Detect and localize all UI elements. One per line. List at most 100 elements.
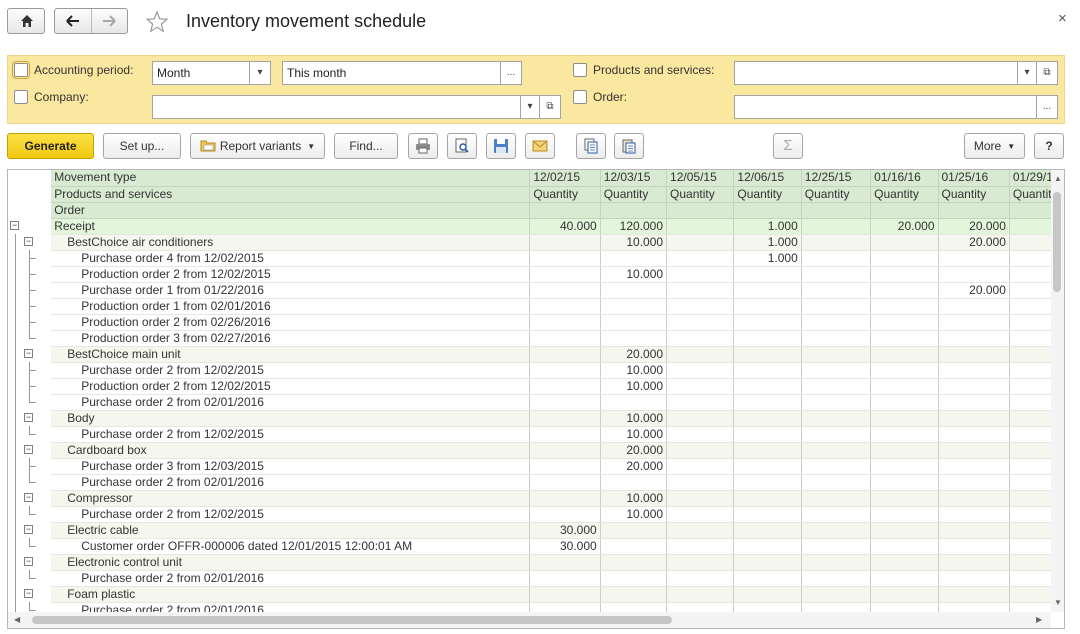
quantity-cell[interactable] bbox=[529, 586, 601, 603]
quantity-cell[interactable] bbox=[733, 586, 802, 603]
quantity-cell[interactable] bbox=[529, 474, 601, 491]
quantity-cell[interactable] bbox=[529, 458, 601, 475]
quantity-cell[interactable] bbox=[733, 602, 802, 612]
quantity-cell[interactable] bbox=[870, 330, 938, 347]
quantity-cell[interactable] bbox=[937, 394, 1010, 411]
quantity-cell[interactable] bbox=[800, 458, 871, 475]
quantity-cell[interactable] bbox=[800, 474, 871, 491]
quantity-cell[interactable] bbox=[529, 234, 601, 251]
quantity-cell[interactable] bbox=[937, 474, 1010, 491]
quantity-cell[interactable]: 10.000 bbox=[599, 506, 667, 523]
send-email-button[interactable] bbox=[525, 133, 555, 159]
quantity-cell[interactable]: 1.000 bbox=[733, 218, 802, 235]
quantity-cell[interactable] bbox=[733, 474, 802, 491]
products-open-button[interactable]: ⧉ bbox=[1037, 61, 1058, 85]
quantity-cell[interactable] bbox=[937, 538, 1010, 555]
quantity-cell[interactable] bbox=[800, 346, 871, 363]
quantity-cell[interactable] bbox=[529, 602, 601, 612]
row-label[interactable]: Purchase order 2 from 12/02/2015 bbox=[51, 506, 530, 523]
quantity-cell[interactable] bbox=[870, 442, 938, 459]
quantity-cell[interactable] bbox=[733, 314, 802, 331]
quantity-cell[interactable] bbox=[870, 298, 938, 315]
row-label[interactable]: Production order 2 from 12/02/2015 bbox=[51, 266, 530, 283]
collapse-toggle-icon[interactable]: − bbox=[24, 445, 34, 454]
quantity-cell[interactable] bbox=[870, 554, 938, 571]
order-field[interactable] bbox=[734, 95, 1037, 119]
quantity-cell[interactable] bbox=[666, 362, 734, 379]
paste-button[interactable] bbox=[614, 133, 644, 159]
quantity-cell[interactable] bbox=[1008, 234, 1051, 251]
quantity-cell[interactable] bbox=[1008, 410, 1051, 427]
row-label[interactable]: Purchase order 3 from 12/03/2015 bbox=[51, 458, 530, 475]
quantity-cell[interactable] bbox=[1008, 474, 1051, 491]
quantity-cell[interactable] bbox=[937, 522, 1010, 539]
row-label[interactable]: Electric cable bbox=[51, 522, 530, 539]
print-preview-button[interactable] bbox=[447, 133, 477, 159]
quantity-cell[interactable] bbox=[733, 490, 802, 507]
quantity-cell[interactable] bbox=[599, 250, 667, 267]
quantity-cell[interactable] bbox=[666, 474, 734, 491]
quantity-cell[interactable]: 10.000 bbox=[599, 234, 667, 251]
quantity-cell[interactable]: 10.000 bbox=[599, 490, 667, 507]
favorite-star-icon[interactable] bbox=[145, 10, 169, 34]
quantity-cell[interactable] bbox=[666, 426, 734, 443]
quantity-cell[interactable] bbox=[733, 506, 802, 523]
quantity-cell[interactable] bbox=[800, 378, 871, 395]
quantity-cell[interactable] bbox=[666, 586, 734, 603]
quantity-cell[interactable] bbox=[800, 282, 871, 299]
quantity-cell[interactable] bbox=[870, 522, 938, 539]
quantity-cell[interactable] bbox=[599, 554, 667, 571]
collapse-toggle-icon[interactable]: − bbox=[24, 349, 34, 358]
horizontal-scrollbar[interactable]: ◀ ▶ bbox=[8, 612, 1051, 628]
row-label[interactable]: Compressor bbox=[51, 490, 530, 507]
quantity-cell[interactable] bbox=[666, 570, 734, 587]
quantity-cell[interactable] bbox=[666, 538, 734, 555]
quantity-cell[interactable]: 10.000 bbox=[599, 426, 667, 443]
row-label[interactable]: Electronic control unit bbox=[51, 554, 530, 571]
quantity-cell[interactable] bbox=[937, 506, 1010, 523]
row-label[interactable]: Production order 3 from 02/27/2016 bbox=[51, 330, 530, 347]
period-type-select[interactable]: Month bbox=[152, 61, 250, 85]
accounting-period-checkbox[interactable] bbox=[12, 61, 30, 79]
quantity-cell[interactable] bbox=[1008, 298, 1051, 315]
quantity-cell[interactable]: 10.000 bbox=[599, 362, 667, 379]
quantity-cell[interactable] bbox=[1008, 250, 1051, 267]
quantity-cell[interactable] bbox=[800, 394, 871, 411]
quantity-cell[interactable] bbox=[937, 250, 1010, 267]
quantity-cell[interactable] bbox=[937, 330, 1010, 347]
quantity-cell[interactable] bbox=[800, 362, 871, 379]
collapse-toggle-icon[interactable]: − bbox=[24, 493, 34, 502]
quantity-cell[interactable]: 10.000 bbox=[599, 410, 667, 427]
quantity-cell[interactable] bbox=[666, 282, 734, 299]
quantity-cell[interactable] bbox=[1008, 266, 1051, 283]
row-label[interactable]: Body bbox=[51, 410, 530, 427]
company-checkbox[interactable] bbox=[14, 90, 28, 104]
quantity-cell[interactable] bbox=[529, 298, 601, 315]
quantity-cell[interactable] bbox=[1008, 490, 1051, 507]
quantity-cell[interactable] bbox=[937, 490, 1010, 507]
quantity-cell[interactable] bbox=[599, 298, 667, 315]
quantity-cell[interactable] bbox=[870, 490, 938, 507]
quantity-cell[interactable] bbox=[599, 522, 667, 539]
quantity-cell[interactable]: 20.000 bbox=[937, 282, 1010, 299]
quantity-cell[interactable] bbox=[870, 282, 938, 299]
quantity-cell[interactable] bbox=[529, 490, 601, 507]
quantity-cell[interactable] bbox=[529, 554, 601, 571]
quantity-cell[interactable] bbox=[870, 346, 938, 363]
quantity-cell[interactable] bbox=[599, 586, 667, 603]
report-variants-button[interactable]: Report variants ▼ bbox=[190, 133, 325, 159]
quantity-cell[interactable]: 20.000 bbox=[599, 346, 667, 363]
quantity-cell[interactable] bbox=[1008, 314, 1051, 331]
quantity-cell[interactable] bbox=[937, 458, 1010, 475]
products-checkbox[interactable] bbox=[573, 63, 587, 77]
quantity-cell[interactable] bbox=[666, 394, 734, 411]
quantity-cell[interactable] bbox=[937, 266, 1010, 283]
quantity-cell[interactable] bbox=[1008, 458, 1051, 475]
quantity-cell[interactable] bbox=[733, 410, 802, 427]
row-label[interactable]: Purchase order 4 from 12/02/2015 bbox=[51, 250, 530, 267]
products-dropdown-button[interactable]: ▾ bbox=[1018, 61, 1037, 85]
row-label[interactable]: BestChoice air conditioners bbox=[51, 234, 530, 251]
quantity-cell[interactable] bbox=[937, 602, 1010, 612]
row-label[interactable]: Foam plastic bbox=[51, 586, 530, 603]
quantity-cell[interactable] bbox=[733, 522, 802, 539]
